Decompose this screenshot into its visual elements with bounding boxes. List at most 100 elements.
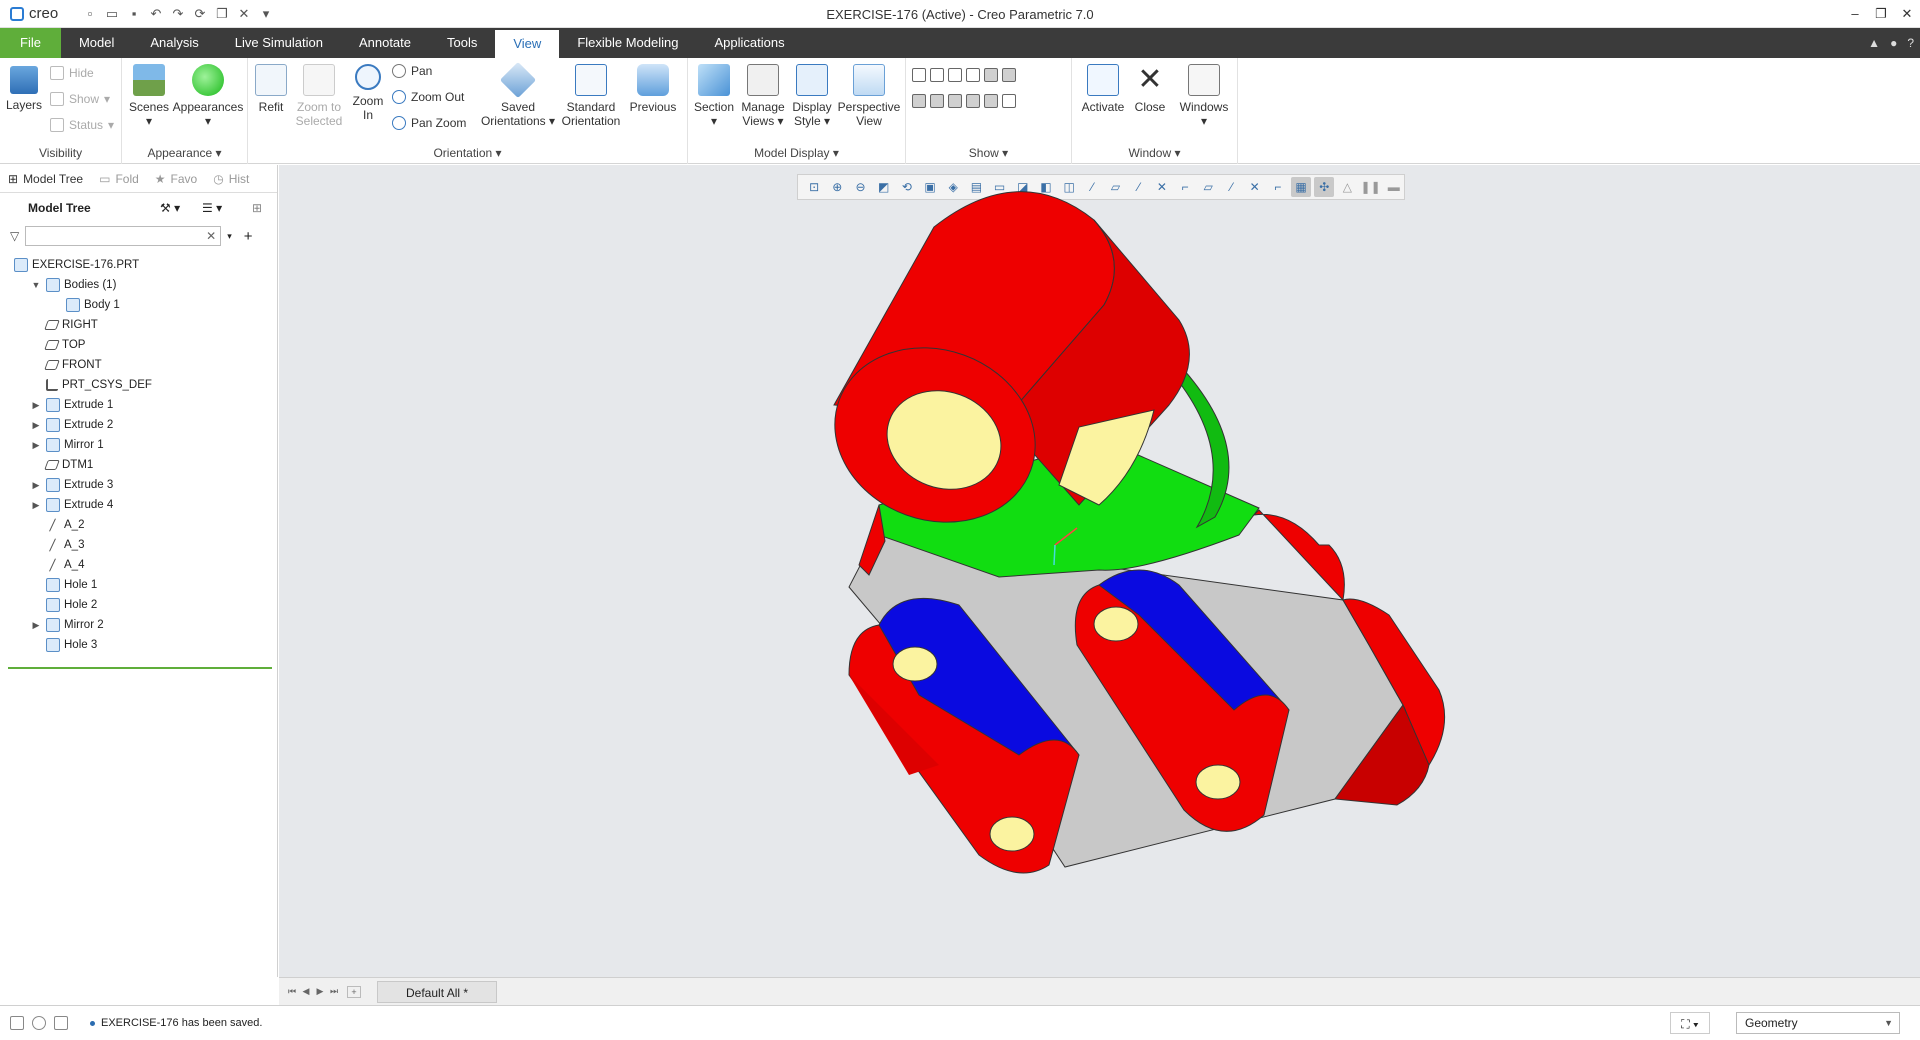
tree-item[interactable]: A_3	[0, 535, 277, 555]
expand-arrow-icon[interactable]: ▶	[30, 440, 42, 451]
pan-zoom-button[interactable]: Pan Zoom	[392, 116, 466, 130]
tree-filter-settings-icon[interactable]: ⊞	[252, 201, 262, 215]
user-icon[interactable]: ●	[1890, 36, 1897, 50]
point-display-icon[interactable]	[948, 68, 962, 82]
group-orientation-label[interactable]: Orientation ▾	[248, 146, 687, 160]
perspective-view-button[interactable]: Perspective View	[836, 64, 902, 128]
add-tab-icon[interactable]: +	[347, 985, 361, 998]
tree-search-input[interactable]	[26, 227, 197, 245]
status-button[interactable]: Status ▾	[50, 118, 114, 132]
point-tag-icon[interactable]	[948, 94, 962, 108]
prev-tab-icon[interactable]: ◀	[299, 986, 313, 997]
tree-item[interactable]: ▶ Mirror 1	[0, 435, 277, 455]
search-dropdown-icon[interactable]: ▾	[227, 231, 232, 242]
more-show-icon[interactable]	[1002, 94, 1016, 108]
tab-analysis[interactable]: Analysis	[132, 28, 216, 58]
expand-arrow-icon[interactable]: ▶	[30, 620, 42, 631]
group-appearance-label[interactable]: Appearance ▾	[122, 146, 247, 160]
expand-arrow-icon[interactable]: ▶	[30, 500, 42, 511]
clear-search-icon[interactable]: ✕	[206, 229, 216, 243]
customize-dropdown-icon[interactable]: ▾	[256, 5, 276, 23]
tab-applications[interactable]: Applications	[696, 28, 802, 58]
minimize-icon[interactable]: –	[1842, 0, 1868, 28]
hide-button[interactable]: Hide	[50, 66, 94, 80]
tree-item[interactable]: A_4	[0, 555, 277, 575]
tree-columns-icon[interactable]: ☰ ▾	[202, 201, 222, 215]
undo-icon[interactable]: ↶	[146, 5, 166, 23]
spin-center-icon[interactable]	[984, 94, 998, 108]
expand-arrow-icon[interactable]: ▶	[30, 480, 42, 491]
layers-button[interactable]: Layers	[4, 66, 44, 112]
show-button[interactable]: Show ▾	[50, 92, 110, 106]
tree-item[interactable]: ▶ Mirror 2	[0, 615, 277, 635]
tab-favorites[interactable]: ★ Favo	[147, 165, 205, 193]
plane-display-icon[interactable]	[912, 68, 926, 82]
scenes-button[interactable]: Scenes ▾	[126, 64, 172, 128]
redo-icon[interactable]: ↷	[168, 5, 188, 23]
refit-button[interactable]: Refit	[252, 64, 290, 114]
zoom-to-selected-button[interactable]: Zoom to Selected	[290, 64, 348, 128]
standard-orientation-button[interactable]: Standard Orientation	[558, 64, 624, 128]
windows-icon[interactable]: ❐	[212, 5, 232, 23]
close-button[interactable]: ✕ Close	[1130, 64, 1170, 115]
tree-settings-icon[interactable]: ⚒ ▾	[160, 201, 180, 215]
previous-button[interactable]: Previous	[626, 64, 680, 114]
tree-item[interactable]: ▶ Extrude 2	[0, 415, 277, 435]
appearances-button[interactable]: Appearances ▾	[172, 64, 244, 128]
full-screen-icon[interactable]	[54, 1016, 68, 1030]
tab-model-tree[interactable]: ⊞ Model Tree	[0, 165, 91, 193]
section-button[interactable]: Section ▾	[692, 64, 736, 128]
group-show-label[interactable]: Show ▾	[906, 146, 1071, 160]
graphics-window[interactable]: ⊡ ⊕ ⊖ ◩ ⟲ ▣ ◈ ▤ ▭ ◪ ◧ ◫ ⁄ ▱ ⁄ ✕ ⌐ ▱ ⁄ ✕ …	[279, 165, 1920, 977]
saved-orientations-button[interactable]: Saved Orientations ▾	[480, 61, 556, 128]
tab-flexible-modeling[interactable]: Flexible Modeling	[559, 28, 696, 58]
manage-views-button[interactable]: Manage Views ▾	[738, 64, 788, 128]
windows-button[interactable]: Windows ▾	[1176, 64, 1232, 128]
tree-item[interactable]: FRONT	[0, 355, 277, 375]
tree-item[interactable]: ▶ Extrude 1	[0, 395, 277, 415]
regenerate-icon[interactable]: ⟳	[190, 5, 210, 23]
insert-indicator[interactable]	[8, 667, 272, 669]
group-window-label[interactable]: Window ▾	[1072, 146, 1237, 160]
tree-item[interactable]: DTM1	[0, 455, 277, 475]
next-tab-icon[interactable]: ▶	[313, 986, 327, 997]
first-tab-icon[interactable]: ⏮	[285, 986, 299, 997]
tab-live-simulation[interactable]: Live Simulation	[217, 28, 341, 58]
axis-tag-icon[interactable]	[930, 94, 944, 108]
last-tab-icon[interactable]: ⏭	[327, 986, 341, 997]
zoom-in-button[interactable]: Zoom In	[348, 64, 388, 122]
activate-button[interactable]: Activate	[1078, 64, 1128, 114]
restore-icon[interactable]: ❐	[1868, 0, 1894, 28]
toggle-browser-icon[interactable]	[32, 1016, 46, 1030]
add-item-icon[interactable]: +	[244, 228, 253, 245]
display-style-button[interactable]: Display Style ▾	[790, 64, 834, 128]
find-button[interactable]: ⛶ ▾	[1670, 1012, 1710, 1034]
tree-item[interactable]: PRT_CSYS_DEF	[0, 375, 277, 395]
tree-item[interactable]: EXERCISE-176.PRT	[0, 255, 277, 275]
collapse-arrow-icon[interactable]: ▼	[30, 280, 42, 290]
csys-tag-icon[interactable]	[966, 94, 980, 108]
tab-history[interactable]: ◷ Hist	[205, 165, 257, 193]
expand-arrow-icon[interactable]: ▶	[30, 400, 42, 411]
plane-tag-icon[interactable]	[912, 94, 926, 108]
axis-display-icon[interactable]	[930, 68, 944, 82]
close-icon[interactable]: ✕	[1894, 0, 1920, 28]
tab-file[interactable]: File	[0, 28, 61, 58]
tree-item[interactable]: Body 1	[0, 295, 277, 315]
annotation-display-icon[interactable]	[984, 68, 998, 82]
3d-model[interactable]	[279, 165, 1920, 977]
close-window-icon[interactable]: ✕	[234, 5, 254, 23]
collapse-ribbon-icon[interactable]: ▲	[1868, 36, 1880, 50]
tree-item[interactable]: A_2	[0, 515, 277, 535]
tree-item[interactable]: ▶ Extrude 3	[0, 475, 277, 495]
dimension-display-icon[interactable]	[1002, 68, 1016, 82]
open-folder-icon[interactable]: ▭	[102, 5, 122, 23]
group-model-display-label[interactable]: Model Display ▾	[688, 146, 905, 160]
tab-folder-browser[interactable]: ▭ Fold	[91, 165, 147, 193]
zoom-out-button[interactable]: Zoom Out	[392, 90, 464, 104]
tree-item[interactable]: RIGHT	[0, 315, 277, 335]
selection-filter-dropdown[interactable]: Geometry ▼	[1736, 1012, 1900, 1034]
tree-item[interactable]: ▼ Bodies (1)	[0, 275, 277, 295]
save-icon[interactable]: ▪	[124, 5, 144, 23]
tree-item[interactable]: TOP	[0, 335, 277, 355]
